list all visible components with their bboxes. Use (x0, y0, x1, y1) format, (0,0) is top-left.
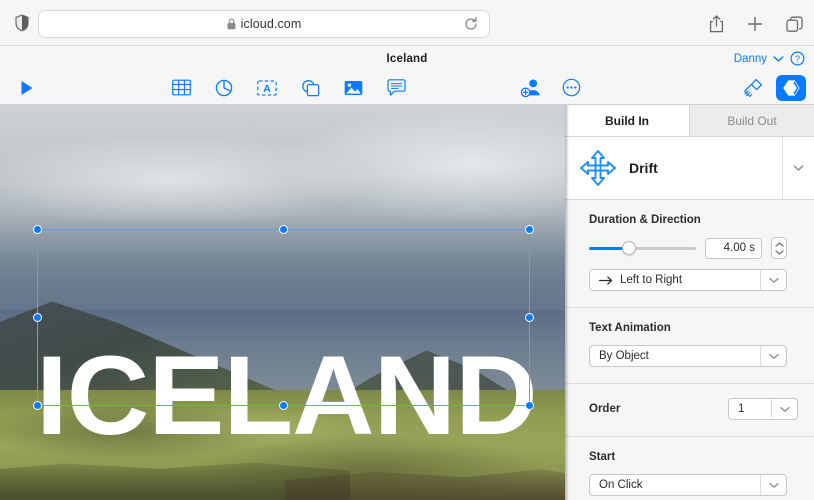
build-tabs: Build In Build Out (565, 105, 814, 137)
plus-icon[interactable] (745, 14, 765, 34)
four-arrows-move-icon (577, 147, 619, 189)
direction-value: Left to Right (620, 274, 682, 286)
url-content: icloud.com (227, 17, 302, 31)
insert-tools: A (170, 77, 407, 99)
text-animation-popup[interactable]: By Object (589, 345, 787, 367)
text-animation-label: Text Animation (589, 322, 798, 334)
text-icon[interactable]: A (256, 77, 278, 99)
order-chevron-down-icon[interactable] (771, 399, 797, 419)
shield-icon[interactable] (8, 9, 36, 37)
browser-actions (706, 10, 804, 38)
start-section: Start On Click (565, 437, 814, 500)
duration-input[interactable]: 4.00 s (705, 238, 762, 259)
duration-stepper[interactable] (771, 237, 787, 259)
start-chevron-down-icon[interactable] (760, 475, 786, 495)
slide-title-text[interactable]: ICELAND (36, 340, 542, 452)
help-circle-icon[interactable]: ? (790, 51, 805, 66)
duration-slider[interactable] (589, 241, 696, 255)
effect-selector-row[interactable]: Drift (565, 137, 814, 200)
comment-icon[interactable] (385, 77, 407, 99)
play-icon[interactable] (16, 77, 38, 99)
cloud-wisp-right (280, 110, 565, 220)
add-person-icon[interactable] (520, 77, 542, 99)
direction-popup[interactable]: Left to Right (589, 269, 787, 291)
more-ellipsis-icon[interactable] (560, 77, 582, 99)
tab-build-out[interactable]: Build Out (690, 105, 814, 136)
effect-chevron-down-icon[interactable] (782, 137, 804, 199)
duration-controls: 4.00 s (589, 237, 798, 259)
animate-button[interactable] (776, 75, 806, 101)
text-animation-section: Text Animation By Object (565, 308, 814, 384)
url-bar[interactable]: icloud.com (38, 10, 490, 38)
animate-icon (781, 79, 801, 97)
lock-icon (227, 18, 236, 30)
shape-icon[interactable] (299, 77, 321, 99)
animate-inspector-panel: Build In Build Out Drift (565, 105, 814, 500)
tab-build-in[interactable]: Build In (565, 105, 690, 136)
start-value: On Click (599, 479, 642, 491)
share-icon[interactable] (706, 14, 726, 34)
duration-section-label: Duration & Direction (589, 214, 798, 226)
duration-direction-section: Duration & Direction 4.00 s (565, 200, 814, 308)
keynote-web-app: icloud.com (0, 0, 814, 500)
chevron-down-icon[interactable] (773, 55, 784, 63)
url-text: icloud.com (241, 17, 302, 31)
collaboration-tools (520, 77, 582, 99)
chart-icon[interactable] (213, 77, 235, 99)
media-icon[interactable] (342, 77, 364, 99)
start-label: Start (589, 451, 798, 463)
arrow-right-icon (599, 276, 613, 285)
keynote-toolbar: A (0, 71, 814, 105)
table-icon[interactable] (170, 77, 192, 99)
tab-build-out-label: Build Out (727, 114, 776, 128)
text-animation-value: By Object (599, 350, 649, 362)
order-value: 1 (738, 403, 744, 415)
order-section: Order 1 (565, 384, 814, 437)
effect-name: Drift (629, 160, 658, 176)
slide-canvas[interactable]: ICELAND (0, 105, 565, 500)
account-name[interactable]: Danny (734, 53, 767, 65)
start-popup[interactable]: On Click (589, 474, 787, 496)
svg-text:?: ? (795, 54, 800, 64)
tab-build-in-label: Build In (605, 114, 649, 128)
text-animation-chevron-down-icon[interactable] (760, 346, 786, 366)
browser-toolbar: icloud.com (0, 0, 814, 46)
account-area: Danny ? (734, 46, 805, 71)
inspector-tools (742, 75, 806, 101)
order-label: Order (589, 403, 620, 415)
document-title-bar: Iceland Danny ? (0, 46, 814, 71)
slider-knob[interactable] (622, 241, 636, 255)
paintbrush-icon[interactable] (742, 77, 764, 99)
direction-chevron-down-icon[interactable] (760, 270, 786, 290)
page-title: Iceland (386, 53, 427, 65)
order-popup[interactable]: 1 (728, 398, 798, 420)
reload-icon[interactable] (463, 16, 479, 32)
panel-edge-shadow (565, 105, 569, 500)
tabs-icon[interactable] (784, 14, 804, 34)
svg-text:A: A (263, 83, 271, 95)
